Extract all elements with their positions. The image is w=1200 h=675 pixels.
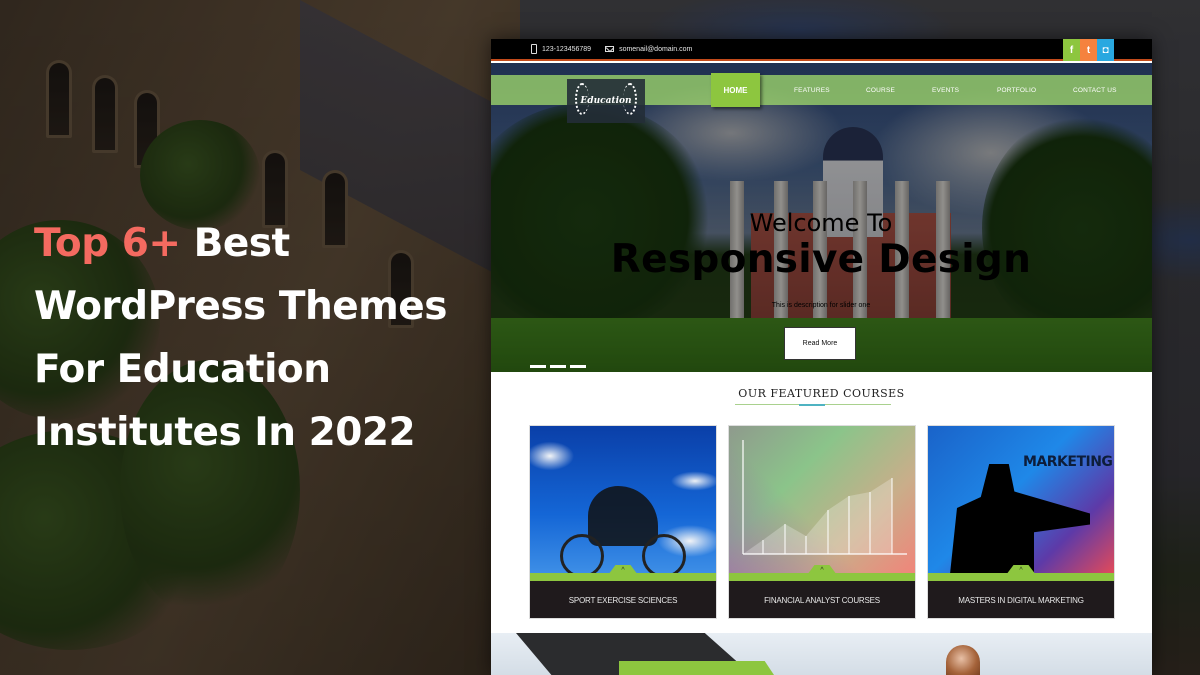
course-title[interactable]: SPORT EXERCISE SCIENCES	[530, 581, 716, 618]
presenter-silhouette	[950, 464, 1090, 574]
hero-welcome: Welcome To	[749, 209, 893, 237]
bike-wheel	[642, 534, 686, 578]
bike-wheel	[560, 534, 604, 578]
next-section-banner	[491, 633, 1152, 675]
facebook-icon[interactable]: f	[1063, 39, 1080, 61]
main-navbar: Education HOME FEATURES COURSE EVENTS PO…	[491, 73, 1152, 123]
phone-contact: 123-123456789	[531, 44, 591, 54]
banner-green-shape	[619, 661, 774, 675]
twitter-icon[interactable]: t	[1080, 39, 1097, 61]
featured-courses-heading: OUR FEATURED COURSES	[738, 387, 905, 400]
laurel-icon	[575, 83, 589, 115]
hero-slider: Education HOME FEATURES COURSE EVENTS PO…	[491, 63, 1152, 372]
growth-chart-graphic	[742, 440, 907, 555]
course-title[interactable]: MASTERS IN DIGITAL MARKETING	[928, 581, 1114, 618]
hero-title: Responsive Design	[610, 237, 1032, 282]
course-title[interactable]: FINANCIAL ANALYST COURSES	[729, 581, 915, 618]
headline-line4: Institutes In 2022	[34, 410, 416, 455]
cyclist-figure	[588, 486, 658, 546]
article-headline: Top 6+ Best WordPress Themes For Educati…	[34, 212, 494, 464]
nav-item-events[interactable]: EVENTS	[932, 75, 959, 105]
laurel-icon	[623, 83, 637, 115]
course-card[interactable]: ^ SPORT EXERCISE SCIENCES	[529, 425, 717, 619]
heading-divider-accent	[799, 404, 825, 406]
banner-person-photo	[946, 645, 980, 675]
nav-item-contact-us[interactable]: CONTACT US	[1073, 75, 1117, 105]
slide-indicator[interactable]	[530, 365, 546, 368]
marketing-image-text: MARKETING	[1023, 454, 1113, 470]
course-card[interactable]: ^ FINANCIAL ANALYST COURSES	[728, 425, 916, 619]
slide-indicator[interactable]	[570, 365, 586, 368]
slider-pagination	[530, 365, 586, 368]
website-mockup: 123-123456789 somenail@domain.com f t ◘ …	[491, 39, 1152, 675]
nav-item-course[interactable]: COURSE	[866, 75, 895, 105]
instagram-icon[interactable]: ◘	[1097, 39, 1114, 61]
contact-topbar: 123-123456789 somenail@domain.com f t ◘	[491, 39, 1152, 61]
nav-item-home[interactable]: HOME	[711, 73, 760, 107]
phone-icon	[531, 44, 537, 54]
headline-line3: For Education	[34, 347, 331, 392]
cyclist-image	[530, 426, 716, 578]
internet-marketing-image: MARKETING	[928, 426, 1114, 574]
site-logo[interactable]: Education	[567, 79, 645, 123]
growth-chart-image	[729, 426, 915, 573]
email-address[interactable]: somenail@domain.com	[619, 46, 692, 53]
social-links: f t ◘	[1063, 39, 1114, 61]
mail-icon	[605, 46, 615, 52]
read-more-button[interactable]: Read More	[784, 327, 856, 360]
email-contact[interactable]: somenail@domain.com	[605, 46, 692, 53]
course-card[interactable]: MARKETING ^ MASTERS IN DIGITAL MARKETING	[927, 425, 1115, 619]
headline-line2: WordPress Themes	[34, 284, 447, 329]
nav-item-features[interactable]: FEATURES	[794, 75, 830, 105]
hero-description: This is description for slider one	[771, 302, 871, 309]
nav-item-portfolio[interactable]: PORTFOLIO	[997, 75, 1036, 105]
headline-line1: Best	[180, 221, 291, 266]
slide-indicator[interactable]	[550, 365, 566, 368]
headline-accent: Top 6+	[34, 221, 181, 266]
phone-number: 123-123456789	[542, 45, 592, 53]
